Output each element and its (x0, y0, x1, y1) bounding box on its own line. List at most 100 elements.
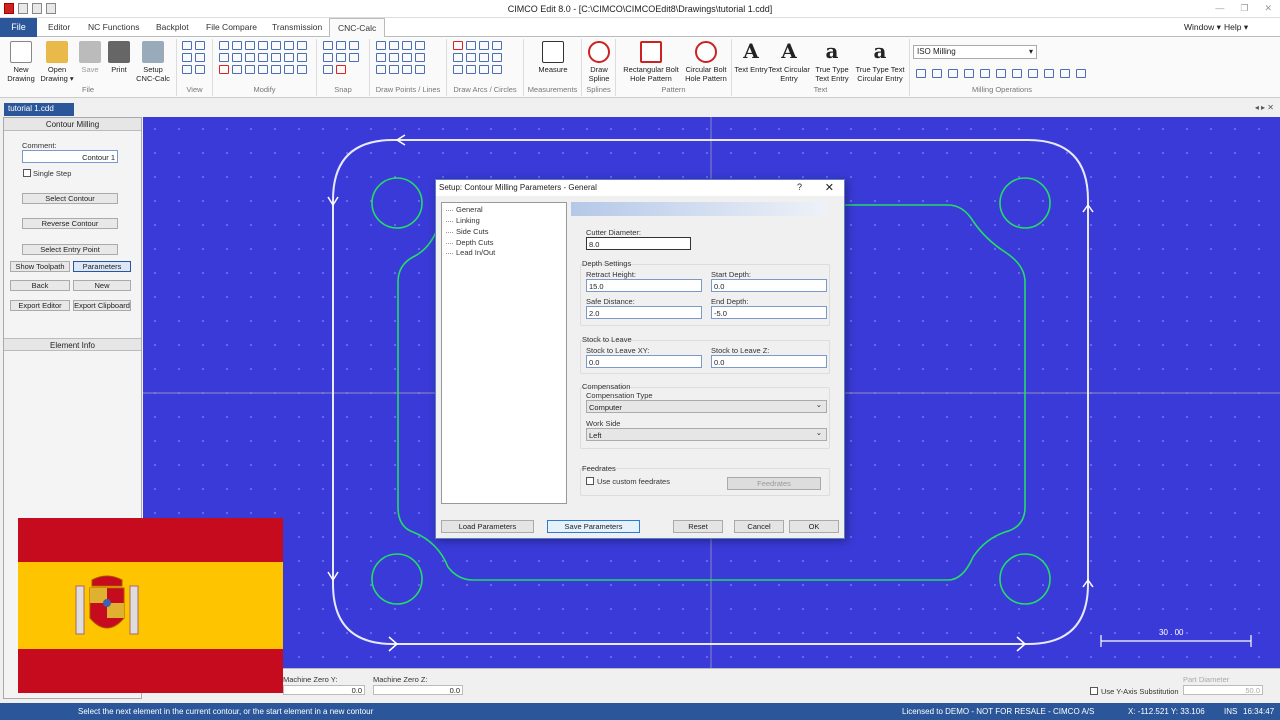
split-icon[interactable] (284, 53, 294, 62)
show-toolpath-button[interactable]: Show Toolpath (10, 261, 70, 272)
align-icon[interactable] (258, 65, 268, 74)
arc-radius-icon[interactable] (492, 53, 502, 62)
explode-icon[interactable] (271, 65, 281, 74)
copy-icon[interactable] (245, 53, 255, 62)
open-drawing-button[interactable]: Open Drawing ▾ (38, 39, 76, 83)
milling-type-select[interactable]: ISO Milling (913, 45, 1037, 59)
text-entry-button[interactable]: A Text Entry (734, 39, 768, 74)
tab-backplot[interactable]: Backplot (156, 22, 189, 32)
snap-perp-icon[interactable] (336, 53, 346, 62)
contour-op-icon[interactable] (980, 69, 990, 78)
line-parallel-icon[interactable] (389, 53, 399, 62)
group-icon[interactable] (284, 65, 294, 74)
doc-tab-tutorial[interactable]: tutorial 1.cdd (4, 103, 74, 116)
setup-cnc-calc-button[interactable]: Setup CNC-Calc (134, 39, 172, 83)
line-vert-icon[interactable] (402, 41, 412, 50)
rotate-icon[interactable] (297, 41, 307, 50)
undo-modify-icon[interactable] (232, 65, 242, 74)
snap-off-icon[interactable] (336, 65, 346, 74)
truetype-circular-button[interactable]: a True Type Text Circular Entry (852, 39, 908, 83)
tab-cnc-calc[interactable]: CNC-Calc (329, 18, 386, 37)
close-icon[interactable]: ✕ (1264, 3, 1272, 14)
select-contour-button[interactable]: Select Contour (22, 193, 118, 204)
stock-z-input[interactable]: 0.0 (711, 355, 827, 368)
restore-icon[interactable]: ❐ (1240, 3, 1248, 14)
print-button[interactable]: Print (105, 39, 133, 74)
mill-settings-icon[interactable] (1076, 69, 1086, 78)
delete-icon[interactable] (219, 65, 229, 74)
circle-tangent-icon[interactable] (453, 65, 463, 74)
tab-file[interactable]: File (0, 18, 37, 37)
snap-grid-icon[interactable] (323, 41, 333, 50)
chamfer-icon[interactable] (271, 53, 281, 62)
array-icon[interactable] (245, 65, 255, 74)
retract-height-input[interactable]: 15.0 (586, 279, 702, 292)
pan-icon[interactable] (195, 53, 205, 62)
circle-2pt-icon[interactable] (453, 53, 463, 62)
text-circular-entry-button[interactable]: A Text Circular Entry (766, 39, 812, 83)
rectangle-icon[interactable] (415, 65, 425, 74)
machine-zero-z-input[interactable]: 0.0 (373, 685, 463, 695)
snap-tangent-icon[interactable] (349, 53, 359, 62)
drill-op-icon[interactable] (916, 69, 926, 78)
new-drawing-button[interactable]: New Drawing (4, 39, 38, 83)
cutter-diameter-input[interactable]: 8.0 (586, 237, 691, 250)
measure-button[interactable]: Measure (528, 39, 578, 74)
help-menu[interactable]: Help ▾ (1224, 22, 1248, 33)
line-tangent-icon[interactable] (415, 53, 425, 62)
fillet-icon[interactable] (284, 41, 294, 50)
line-perp-icon[interactable] (402, 53, 412, 62)
circle-3pt-icon[interactable] (492, 65, 502, 74)
zoom-out-icon[interactable] (182, 53, 192, 62)
select-entry-point-button[interactable]: Select Entry Point (22, 244, 118, 255)
reverse-contour-button[interactable]: Reverse Contour (22, 218, 118, 229)
arc-start-icon[interactable] (466, 53, 476, 62)
polyline-icon[interactable] (376, 65, 386, 74)
break-icon[interactable] (245, 41, 255, 50)
ok-button[interactable]: OK (789, 520, 839, 533)
snap-line-icon[interactable] (336, 41, 346, 50)
snap-end-icon[interactable] (349, 41, 359, 50)
redo-icon[interactable] (297, 65, 307, 74)
tree-item-side-cuts[interactable]: Side Cuts (446, 227, 489, 236)
stretch-icon[interactable] (297, 53, 307, 62)
bore-op-icon[interactable] (996, 69, 1006, 78)
zoom-fit-icon[interactable] (182, 65, 192, 74)
parameters-button[interactable]: Parameters (73, 261, 131, 272)
arc-end-icon[interactable] (479, 53, 489, 62)
export-editor-button[interactable]: Export Editor (10, 300, 70, 311)
join-icon[interactable] (258, 41, 268, 50)
tab-file-compare[interactable]: File Compare (206, 22, 257, 32)
line-angle-icon[interactable] (415, 41, 425, 50)
draw-spline-button[interactable]: Draw Spline (584, 39, 614, 83)
close-icon[interactable]: ✕ (825, 181, 834, 194)
line-bisect-icon[interactable] (389, 65, 399, 74)
y-axis-substitution-checkbox[interactable] (1090, 687, 1098, 695)
arc-center-icon[interactable] (479, 41, 489, 50)
arc-3pt-icon[interactable] (466, 41, 476, 50)
arc-fillet-icon[interactable] (466, 65, 476, 74)
machine-zero-y-input[interactable]: 0.0 (283, 685, 365, 695)
snap-mid-icon[interactable] (323, 53, 333, 62)
zoom-in-icon[interactable] (182, 41, 192, 50)
circ-bolt-hole-button[interactable]: Circular Bolt Hole Pattern (682, 39, 730, 83)
work-side-select[interactable]: Left (586, 428, 827, 441)
pocket-op-icon[interactable] (932, 69, 942, 78)
face-op-icon[interactable] (948, 69, 958, 78)
truetype-text-button[interactable]: a True Type Text Entry (812, 39, 852, 83)
line-polar-icon[interactable] (402, 65, 412, 74)
tree-item-linking[interactable]: Linking (446, 216, 480, 225)
reset-button[interactable]: Reset (673, 520, 723, 533)
tab-editor[interactable]: Editor (48, 22, 70, 32)
tree-item-general[interactable]: General (446, 205, 483, 214)
line-icon[interactable] (376, 53, 386, 62)
help-icon[interactable]: ? (797, 182, 802, 192)
thread-op-icon[interactable] (1028, 69, 1038, 78)
cancel-button[interactable]: Cancel (734, 520, 784, 533)
tree-item-lead-in-out[interactable]: Lead In/Out (446, 248, 495, 257)
tab-transmission[interactable]: Transmission (272, 22, 322, 32)
export-clipboard-button[interactable]: Export Clipboard (73, 300, 131, 311)
arc-polar-icon[interactable] (479, 65, 489, 74)
arc-tangent-icon[interactable] (492, 41, 502, 50)
snap-center-icon[interactable] (323, 65, 333, 74)
